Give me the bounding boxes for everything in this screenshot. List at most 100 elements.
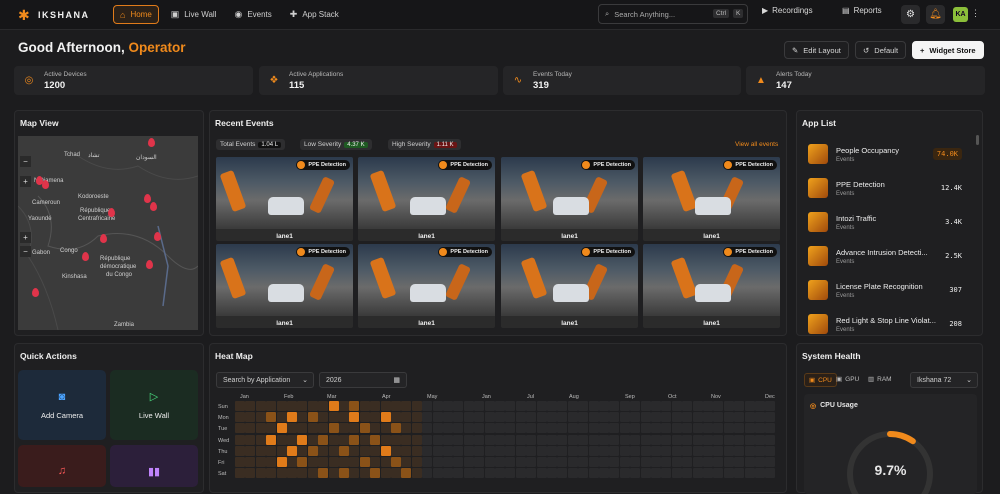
heatmap-cell[interactable] (484, 423, 495, 434)
notifications-button[interactable]: 🔔︎ (926, 5, 945, 24)
heatmap-cell[interactable] (370, 457, 381, 467)
heatmap-cell[interactable] (380, 468, 391, 479)
heatmap-cell[interactable] (640, 468, 651, 479)
heatmap-cell[interactable] (578, 412, 589, 423)
heatmap-cell[interactable] (671, 457, 682, 467)
heatmap-cell[interactable] (318, 401, 329, 411)
heatmap-cell[interactable] (235, 401, 245, 411)
map-pin[interactable] (146, 260, 153, 269)
heatmap-cell[interactable] (703, 412, 713, 423)
heatmap-cell[interactable] (287, 468, 297, 479)
heatmap-cell[interactable] (318, 423, 329, 434)
zoom-in-button[interactable]: + (20, 232, 31, 243)
heatmap-cell[interactable] (609, 412, 620, 423)
heatmap-cell[interactable] (547, 468, 557, 479)
heatmap-cell[interactable] (307, 445, 318, 456)
map-pin[interactable] (32, 288, 39, 297)
heatmap-cell[interactable] (536, 401, 547, 411)
heatmap-cell[interactable] (734, 434, 745, 445)
recordings-button[interactable]: ▶ Recordings (762, 6, 813, 15)
heatmap-cell[interactable] (567, 457, 578, 467)
heatmap-cell[interactable] (255, 423, 266, 434)
heatmap-cell[interactable] (682, 423, 693, 434)
widget-store-button[interactable]: + Widget Store (912, 41, 984, 59)
heatmap-cell[interactable] (505, 434, 516, 445)
heatmap-cell[interactable] (692, 423, 703, 434)
heatmap-cell[interactable] (380, 412, 391, 423)
heatmap-cell[interactable] (619, 468, 630, 479)
heatmap-cell[interactable] (349, 434, 360, 445)
heatmap-cell[interactable] (255, 401, 266, 411)
heatmap-cell[interactable] (235, 445, 245, 456)
heatmap-cell[interactable] (443, 457, 453, 467)
heatmap-cell[interactable] (401, 412, 412, 423)
heatmap-cell[interactable] (557, 412, 568, 423)
heatmap-cell[interactable] (453, 468, 464, 479)
avatar[interactable]: KA (953, 7, 968, 22)
heatmap-cell[interactable] (547, 445, 557, 456)
heatmap-cell[interactable] (651, 445, 661, 456)
heatmap-cell[interactable] (744, 457, 755, 467)
heatmap-cell[interactable] (526, 401, 537, 411)
heatmap-cell[interactable] (453, 434, 464, 445)
heatmap-cell[interactable] (432, 412, 443, 423)
heatmap-cell[interactable] (401, 445, 412, 456)
heatmap-cell[interactable] (495, 423, 505, 434)
heatmap-cell[interactable] (578, 457, 589, 467)
heatmap-cell[interactable] (651, 401, 661, 411)
heatmap-cell[interactable] (339, 445, 349, 456)
heatmap-cell[interactable] (671, 423, 682, 434)
heatmap-cell[interactable] (276, 401, 287, 411)
heatmap-cell[interactable] (359, 468, 370, 479)
heatmap-cell[interactable] (599, 468, 609, 479)
heatmap-cell[interactable] (599, 445, 609, 456)
heatmap-cell[interactable] (328, 412, 339, 423)
heatmap-cell[interactable] (422, 423, 433, 434)
heatmap-cell[interactable] (484, 445, 495, 456)
heatmap-cell[interactable] (713, 423, 724, 434)
heatmap-cell[interactable] (318, 445, 329, 456)
heatmap-cell[interactable] (307, 457, 318, 467)
heatmap-cell[interactable] (619, 457, 630, 467)
heatmap-cell[interactable] (297, 457, 308, 467)
heatmap-cell[interactable] (599, 401, 609, 411)
heatmap-cell[interactable] (484, 468, 495, 479)
heatmap-cell[interactable] (474, 434, 485, 445)
heatmap-cell[interactable] (651, 412, 661, 423)
view-all-events-link[interactable]: View all events (735, 141, 778, 148)
heatmap-cell[interactable] (297, 401, 308, 411)
heatmap-cell[interactable] (287, 445, 297, 456)
heatmap-cell[interactable] (432, 468, 443, 479)
map-pin[interactable] (150, 202, 157, 211)
heatmap-cell[interactable] (515, 468, 526, 479)
map-pin[interactable] (144, 194, 151, 203)
heatmap-cell[interactable] (526, 468, 537, 479)
heatmap-cell[interactable] (671, 412, 682, 423)
heatmap-cell[interactable] (734, 445, 745, 456)
heatmap-cell[interactable] (557, 468, 568, 479)
heatmap-cell[interactable] (318, 468, 329, 479)
heatmap-cell[interactable] (359, 401, 370, 411)
event-thumbnail[interactable]: PPE Detection lane1 (643, 244, 780, 328)
heatmap-cell[interactable] (640, 423, 651, 434)
app-list-item[interactable]: Intozi Traffic Events 3.4K (808, 209, 968, 235)
heatmap-cell[interactable] (734, 401, 745, 411)
heatmap-cell[interactable] (391, 401, 401, 411)
heatmap-cell[interactable] (723, 434, 734, 445)
heatmap-cell[interactable] (359, 445, 370, 456)
heatmap-cell[interactable] (349, 445, 360, 456)
heatmap-cell[interactable] (276, 412, 287, 423)
heatmap-cell[interactable] (661, 412, 672, 423)
heatmap-cell[interactable] (744, 445, 755, 456)
heatmap-cell[interactable] (588, 412, 599, 423)
heatmap-cell[interactable] (484, 412, 495, 423)
heatmap-cell[interactable] (453, 423, 464, 434)
heatmap-cell[interactable] (515, 423, 526, 434)
heatmap-cell[interactable] (422, 468, 433, 479)
heatmap-cell[interactable] (526, 423, 537, 434)
heatmap-cell[interactable] (630, 412, 641, 423)
heatmap-cell[interactable] (359, 457, 370, 467)
heatmap-cell[interactable] (339, 401, 349, 411)
heatmap-cell[interactable] (453, 401, 464, 411)
heatmap-cell[interactable] (463, 434, 474, 445)
